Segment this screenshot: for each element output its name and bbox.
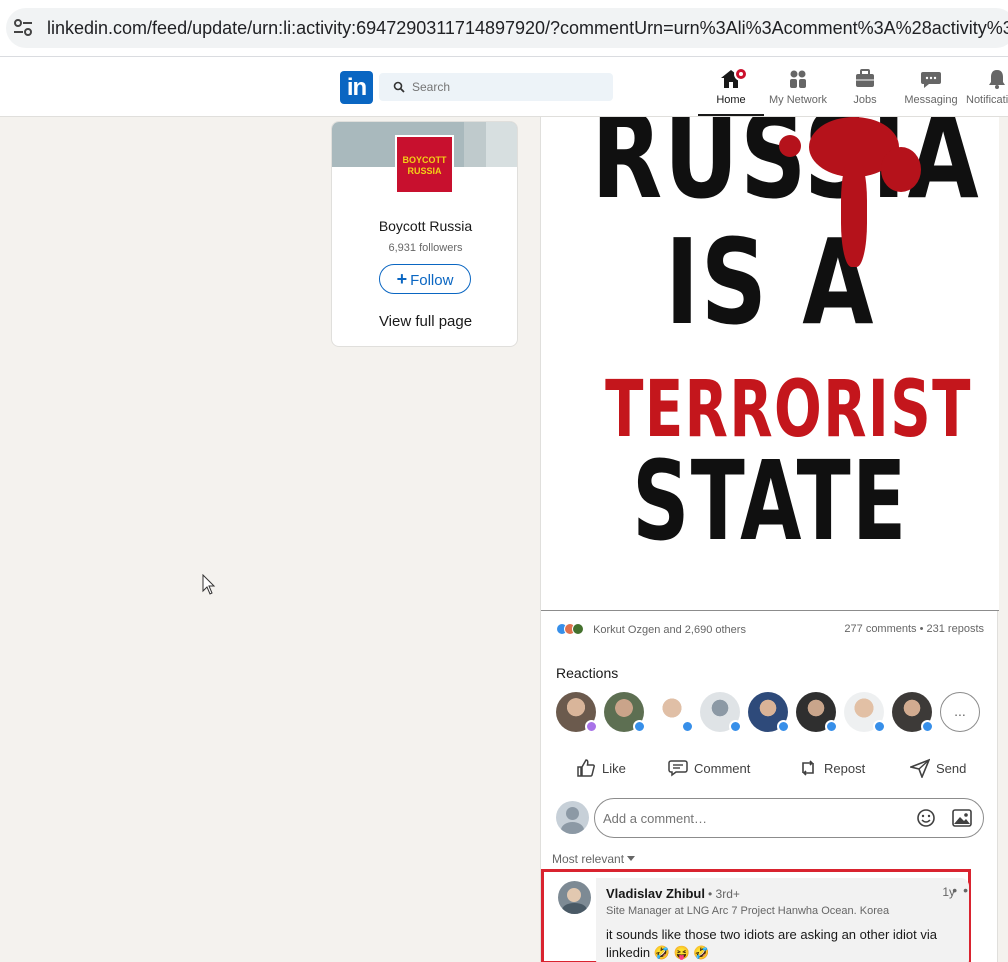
like-button[interactable]: Like [576,753,626,783]
author-headline: Site Manager at LNG Arc 7 Project Hanwha… [606,905,890,917]
nav-my-network[interactable]: My Network [766,65,830,115]
browser-address-bar: linkedin.com/feed/update/urn:li:activity… [0,0,1008,57]
like-badge-icon [729,720,742,733]
sort-label: Most relevant [552,852,625,866]
reactor-avatar[interactable] [844,692,886,733]
reaction-badge-icon [585,720,598,733]
commenter-avatar[interactable] [558,881,591,914]
emoji-icon[interactable] [916,808,936,828]
send-button[interactable]: Send [910,753,966,783]
reactor-avatar[interactable] [796,692,838,733]
linkedin-header: in Home My Network Jobs Me [0,57,1008,117]
caret-down-icon [627,856,636,861]
mouse-cursor-icon [202,574,216,595]
bell-icon [989,70,1005,89]
comment-author[interactable]: Vladislav Zhibul [606,886,705,901]
like-badge-icon [633,720,646,733]
feed-post: RUSSIA IS A TERRORIST STATE Korkut Ozgen… [540,117,999,962]
support-reaction-icon [572,623,584,635]
nav-messaging[interactable]: Messaging [902,65,960,115]
like-badge-icon [825,720,838,733]
notification-badge [734,67,748,81]
reactor-avatars: ... [556,692,986,733]
post-image[interactable]: RUSSIA IS A TERRORIST STATE [541,117,999,611]
nav-jobs[interactable]: Jobs [846,65,884,115]
comment-button[interactable]: Comment [668,753,750,783]
reactions-summary[interactable]: Korkut Ozgen and 2,690 others [593,624,746,636]
thumbs-up-icon [577,759,595,777]
send-icon [910,758,930,778]
comment-icon [668,760,688,777]
nav-jobs-label: Jobs [853,94,877,106]
reactor-avatar[interactable] [556,692,598,733]
follow-button[interactable]: + Follow [379,264,471,294]
reaction-icons [556,623,588,635]
like-badge-icon [777,720,790,733]
repost-label: Repost [824,760,866,776]
plus-icon: + [396,268,408,289]
comment-label: Comment [694,760,751,776]
comment-composer [556,798,986,838]
more-reactions-button[interactable]: ... [940,692,980,732]
send-label: Send [936,760,967,776]
repost-icon [802,760,814,776]
follow-label: Follow [410,271,454,289]
network-icon [790,70,806,88]
search-bar[interactable] [379,73,613,101]
view-full-page-link[interactable]: View full page [332,313,517,330]
current-user-avatar[interactable] [556,801,589,834]
like-badge-icon [873,720,886,733]
message-icon [921,72,941,88]
sort-dropdown[interactable]: Most relevant [552,852,636,866]
post-image-line-2: IS A [664,213,876,351]
nav-home[interactable]: Home [698,65,764,116]
comment-field[interactable] [594,798,984,838]
comment-input[interactable] [603,799,903,837]
reactor-avatar[interactable] [748,692,790,733]
nav-messaging-label: Messaging [904,94,958,106]
like-badge-icon [681,720,694,733]
highlighted-comment: Vladislav Zhibul • 3rd+ 1y • • Site Mana… [541,869,971,962]
connection-degree: • 3rd+ [708,887,740,901]
search-input[interactable] [412,73,602,101]
reactions-heading: Reactions [556,665,619,681]
nav-my-network-label: My Network [768,94,828,106]
comment-bubble: Vladislav Zhibul • 3rd+ 1y • • Site Mana… [596,878,969,962]
company-logo[interactable]: BOYCOTT RUSSIA [395,135,454,194]
nav-notifications[interactable]: Notifications [966,65,1008,115]
reactor-avatar[interactable] [700,692,742,733]
search-icon [393,81,405,93]
nav-notifications-label: Notifications [966,94,1008,106]
post-actions: Like Comment Repost Send [556,753,986,783]
company-followers: 6,931 followers [388,242,463,254]
comment-menu-icon[interactable]: • • [952,882,969,898]
blood-drip [841,157,867,267]
company-name[interactable]: Boycott Russia [332,218,517,234]
reactor-avatar[interactable] [892,692,934,733]
like-label: Like [602,760,626,776]
like-badge-icon [921,720,934,733]
blood-splatter [779,135,801,157]
company-card: BOYCOTT RUSSIA Boycott Russia 6,931 foll… [331,121,518,347]
blood-splatter [881,147,921,192]
url-text[interactable]: linkedin.com/feed/update/urn:li:activity… [47,18,1008,39]
linkedin-logo[interactable]: in [340,71,373,104]
repost-button[interactable]: Repost [798,753,865,783]
comments-reposts-count[interactable]: 277 comments • 231 reposts [844,623,984,635]
comment-text: it sounds like those two idiots are aski… [606,927,937,960]
reactor-avatar[interactable] [604,692,646,733]
social-counts: Korkut Ozgen and 2,690 others 277 commen… [556,623,984,636]
site-settings-icon[interactable] [12,17,34,39]
image-icon[interactable] [952,809,972,827]
nav-home-label: Home [716,94,746,106]
post-image-line-4: STATE [632,437,908,565]
reactor-avatar[interactable] [652,692,694,733]
briefcase-icon [856,69,874,87]
